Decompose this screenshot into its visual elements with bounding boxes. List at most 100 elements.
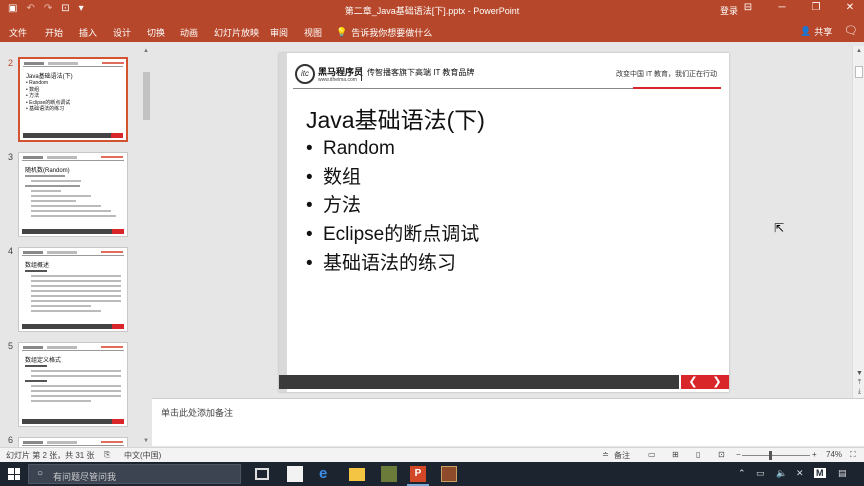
thumbnail-slide-3[interactable]: 随机数(Random) [18,152,128,237]
tab-view[interactable]: 视图 [304,26,322,39]
volume-icon[interactable]: 🔈 [776,468,787,479]
mouse-cursor-icon: ⇱ [774,221,785,235]
title-bar: ▣ ↶ ↷ ⊡ ▾ 第二章_Java基础语法[下].pptx - PowerPo… [0,0,864,20]
login-button[interactable]: 登录 [720,4,738,17]
slide-header: itc 黑马程序员 www.itheima.com 传智播客旗下高端 IT 教育… [293,61,721,89]
scroll-thumb[interactable] [143,72,150,120]
comment-icon[interactable]: 🗨 [844,24,858,37]
thumbnail-bullets: • Random • 数组 • 方法 • Eclipse的断点调试 • 基础语法… [26,80,70,113]
thumbnail-slide-5[interactable]: 数组定义格式 [18,342,128,427]
thumbnail-number: 2 [8,58,14,68]
game-icon[interactable] [441,466,457,482]
thumbnail-slide-2[interactable]: Java基础语法(下) • Random • 数组 • 方法 • Eclipse… [18,57,128,142]
taskbar-search[interactable]: ○ 有问题尽管问我 [28,464,241,484]
thumbnail-number: 4 [8,246,14,256]
language-icon[interactable]: ✕ [796,468,804,479]
slide-counter: 幻灯片 第 2 张，共 31 张 [6,451,95,460]
brand-logo-icon: itc [295,64,315,84]
slide-sorter-icon[interactable]: ⊞ [672,450,679,459]
zoom-level[interactable]: 74% [826,450,842,459]
slogan: 改变中国 IT 教育，我们正在行动 [616,71,717,78]
language-indicator[interactable]: 中文(中国) [124,450,161,461]
app-icon[interactable] [381,466,397,482]
scroll-up-icon[interactable]: ▲ [856,48,862,54]
notification-icon[interactable]: ▤ [838,468,847,479]
bullet-item: 基础语法的练习 [306,250,479,279]
ribbon-tabs: 文件 开始 插入 设计 切换 动画 幻灯片放映 审阅 视图 💡 告诉我你想要做什… [0,20,864,42]
file-explorer-icon[interactable] [349,468,365,481]
cortana-icon: ○ [37,468,44,479]
reading-view-icon[interactable]: ▯ [696,450,700,459]
zoom-out-icon[interactable]: − [736,450,741,459]
share-label: 共享 [814,27,833,37]
tab-design[interactable]: 设计 [113,26,131,39]
thumbnail-slide-4[interactable]: 数组概述 [18,247,128,332]
bullet-item: 数组 [306,164,479,193]
restore-icon[interactable]: ❐ [810,2,822,13]
zoom-slider[interactable] [742,455,810,456]
status-bar: 幻灯片 第 2 张，共 31 张 ⎘ 中文(中国) ≐ 备注 ▭ ⊞ ▯ ⊡ −… [0,447,864,462]
tab-animations[interactable]: 动画 [180,26,198,39]
bullet-item: 方法 [306,192,479,221]
slide-left-bar [279,53,287,392]
tab-transitions[interactable]: 切换 [147,26,165,39]
thumbnail-scrollbar[interactable]: ▲ ▼ [141,46,151,446]
thumbnail-title: 数组概述 [25,263,50,269]
powerpoint-icon[interactable]: P [410,466,426,482]
thumbnail-number: 5 [8,341,14,351]
next-arrow-icon: ❯ [712,376,722,388]
thumbnail-number: 6 [8,435,14,445]
tab-review[interactable]: 审阅 [270,26,288,39]
search-placeholder: 有问题尽管问我 [53,472,117,482]
editor-scrollbar[interactable]: ▲ ▼ ⤒ ⤓ [852,46,864,398]
window-controls: ⊟ ─ ❐ ✕ [742,2,856,13]
task-view-icon[interactable] [255,468,269,480]
ribbon-display-options-icon[interactable]: ⊟ [742,2,754,13]
zoom-in-icon[interactable]: + [812,450,817,459]
edge-icon[interactable]: e [319,465,335,482]
windows-start-icon[interactable] [8,468,20,480]
close-icon[interactable]: ✕ [844,2,856,13]
header-divider [361,67,362,81]
thumbnail-title: Java基础语法(下) [26,74,73,80]
notes-pane[interactable]: 单击此处添加备注 [152,398,864,446]
prev-arrow-icon: ❮ [688,376,698,388]
share-button[interactable]: 👤 共享 [800,25,832,38]
tab-home[interactable]: 开始 [45,26,63,39]
tell-me-label: 告诉我你想要做什么 [351,28,433,38]
spelling-icon[interactable]: ⎘ [104,450,110,460]
scroll-thumb[interactable] [855,66,863,78]
notes-toggle[interactable]: 备注 [614,450,630,461]
minimize-icon[interactable]: ─ [776,2,788,13]
scroll-up-icon[interactable]: ▲ [143,48,149,54]
normal-view-icon[interactable]: ▭ [648,450,656,459]
slide-title[interactable]: Java基础语法(下) [306,101,485,135]
brand-url: www.itheima.com [318,77,357,83]
person-icon: 👤 [800,26,812,36]
tab-file[interactable]: 文件 [9,26,27,39]
tab-slideshow[interactable]: 幻灯片放映 [214,26,259,39]
network-icon[interactable]: ▭ [756,468,765,479]
bullet-item: Random [306,135,479,164]
tell-me-box[interactable]: 💡 告诉我你想要做什么 [336,26,432,39]
zoom-slider-knob[interactable] [769,451,772,460]
scroll-down-icon[interactable]: ▼ [143,438,149,444]
thumbnail-pane: 2 Java基础语法(下) • Random • 数组 • 方法 • Eclip… [0,42,152,449]
thumbnail-title: 数组定义格式 [25,358,62,364]
notes-icon[interactable]: ≐ [602,450,609,459]
thumbnail-title: 随机数(Random) [25,168,70,174]
slideshow-view-icon[interactable]: ⊡ [718,450,725,459]
store-icon[interactable] [287,466,303,482]
tab-insert[interactable]: 插入 [79,26,97,39]
thumbnail-number: 3 [8,152,14,162]
slide-footer-bar [279,375,679,389]
tray-chevron-icon[interactable]: ⌃ [738,468,746,479]
current-slide[interactable]: itc 黑马程序员 www.itheima.com 传智播客旗下高端 IT 教育… [279,53,729,392]
notes-placeholder: 单击此处添加备注 [161,408,234,418]
fit-to-window-icon[interactable]: ⛶ [850,450,856,460]
windows-taskbar: ○ 有问题尽管问我 e P ⌃ ▭ 🔈 ✕ M ▤ [0,462,864,486]
slide-bullet-list[interactable]: Random 数组 方法 Eclipse的断点调试 基础语法的练习 [306,135,479,279]
ime-indicator[interactable]: M [814,468,826,478]
scroll-bottom-controls[interactable]: ▼ ⤒ ⤓ [856,369,863,396]
thumbnail-bullet: • 基础语法的练习 [26,106,65,112]
